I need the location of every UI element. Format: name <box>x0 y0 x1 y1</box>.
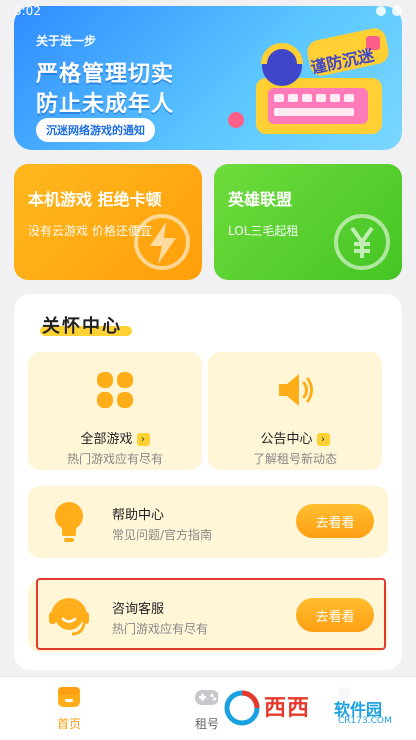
nav-item-home[interactable]: 首页 <box>24 685 114 732</box>
battery-icon <box>392 6 402 16</box>
grid-icon <box>97 372 133 408</box>
promo-title: 英雄联盟 <box>228 190 293 209</box>
nav-label: 租号 <box>194 717 219 731</box>
watermark-url: CR173.COM <box>338 716 392 726</box>
tile-label: 全部游戏 › <box>28 428 202 447</box>
home-icon <box>58 687 80 707</box>
annotation-highlight-box <box>36 578 386 650</box>
tile-label: 公告中心 › <box>208 428 382 447</box>
lightning-icon <box>134 214 190 270</box>
banner-kicker: 关于进一步 <box>36 34 97 48</box>
care-center-title: 关怀中心 <box>42 316 122 337</box>
speaker-icon <box>279 374 313 406</box>
row-help-center[interactable]: 帮助中心 常见问题/官方指南 去看看 <box>28 486 388 558</box>
tile-label-text: 全部游戏 <box>80 432 133 447</box>
yuan-coin-icon <box>334 214 390 270</box>
nav-label: 首页 <box>56 717 81 731</box>
banner-headline-2: 防止未成年人 <box>36 92 175 117</box>
watermark-logo-icon <box>224 690 260 726</box>
status-icons <box>376 6 402 16</box>
chevron-right-icon: › <box>316 433 330 446</box>
status-time: 5:02 <box>14 4 41 18</box>
help-center-go-button[interactable]: 去看看 <box>296 504 374 538</box>
promo-subtitle: LOL三毛起租 <box>228 224 299 238</box>
site-watermark: 西西 软件园 CR173.COM <box>218 686 408 732</box>
watermark-brand: 西西 <box>264 696 311 721</box>
tile-description: 热门游戏应有尽有 <box>66 452 163 466</box>
tile-announcements[interactable]: 公告中心 › 了解租号新动态 <box>208 352 382 470</box>
banner-illustration <box>228 28 389 134</box>
status-bar: 5:02 <box>0 0 416 22</box>
row-title: 帮助中心 <box>112 508 165 523</box>
promo-card-local-games[interactable]: 本机游戏 拒绝卡顿 没有云游戏 价格还便宜 <box>14 164 202 280</box>
wifi-icon <box>376 6 386 16</box>
chevron-right-icon: › <box>136 433 150 446</box>
promo-card-lol[interactable]: 英雄联盟 LOL三毛起租 <box>214 164 402 280</box>
lightbulb-icon <box>55 502 83 542</box>
tile-label-text: 公告中心 <box>260 432 313 447</box>
gamepad-icon <box>195 690 219 705</box>
banner-headline-1: 严格管理切实 <box>36 62 175 87</box>
promo-title: 本机游戏 拒绝卡顿 <box>28 190 162 209</box>
row-description: 常见问题/官方指南 <box>112 528 213 542</box>
tile-all-games[interactable]: 全部游戏 › 热门游戏应有尽有 <box>28 352 202 470</box>
tile-description: 了解租号新动态 <box>252 452 337 466</box>
banner-notice-pill: 沉迷网络游戏的通知 <box>36 118 155 142</box>
anti-addiction-banner[interactable]: 关于进一步 严格管理切实 防止未成年人 沉迷网络游戏的通知 谨防沉迷 <box>14 6 402 150</box>
